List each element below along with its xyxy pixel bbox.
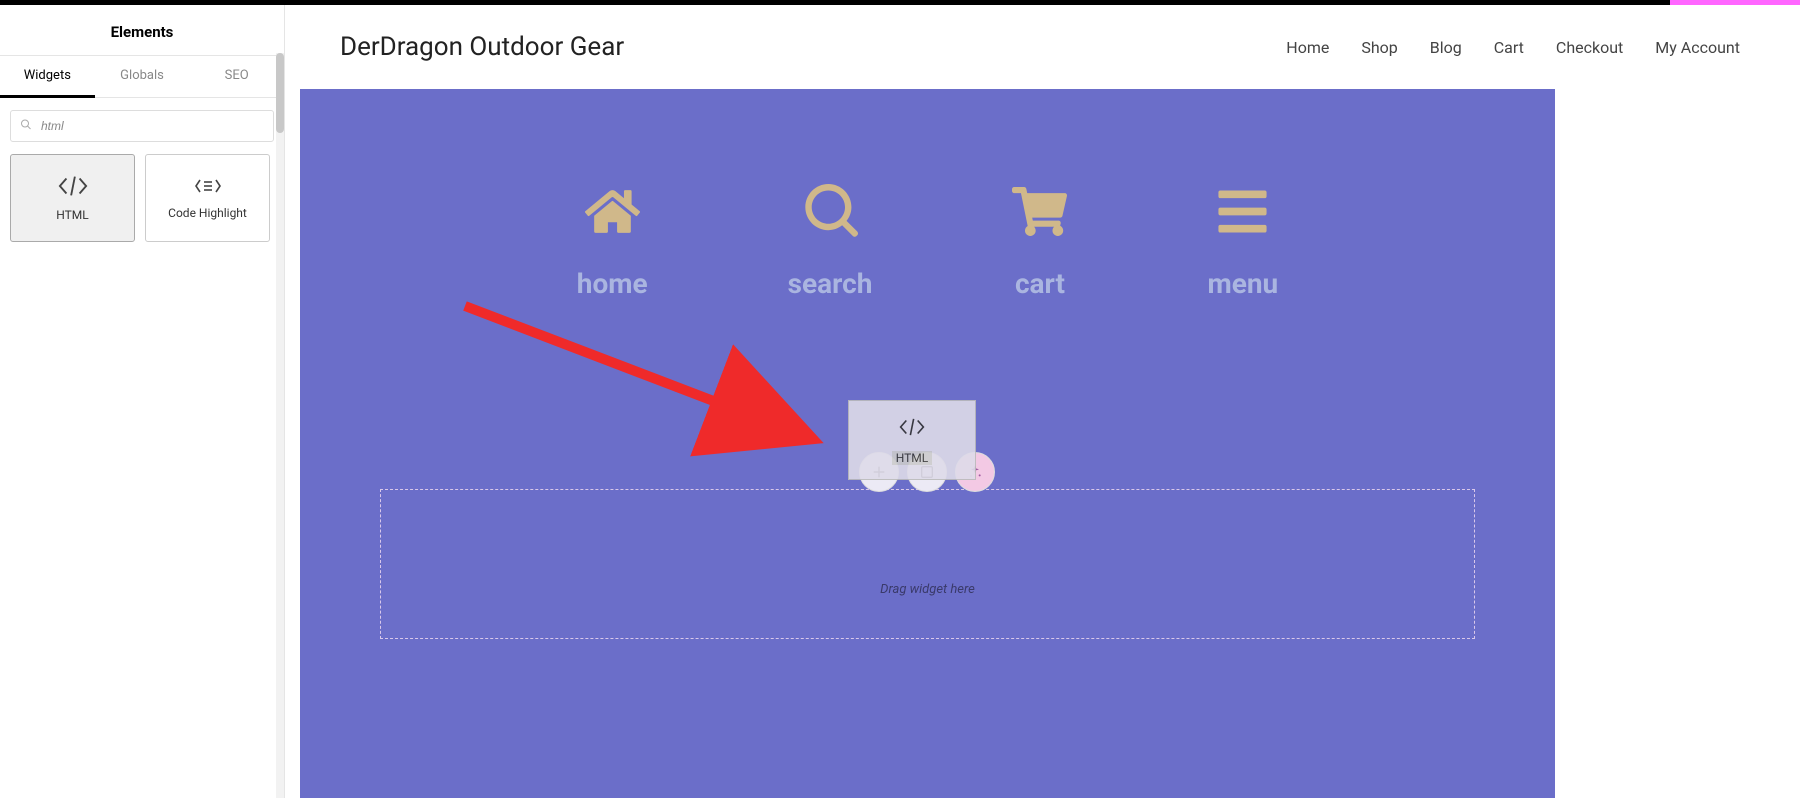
sidebar-scrollbar-track[interactable] (276, 53, 284, 798)
nav-cart[interactable]: Cart (1494, 38, 1524, 57)
search-icon (788, 184, 873, 239)
hero-icon-row: home search cart (300, 89, 1555, 300)
search-icon (20, 119, 32, 134)
cart-icon (1012, 184, 1067, 239)
ai-sparkle-button[interactable] (955, 452, 995, 492)
code-highlight-icon (194, 176, 222, 196)
hero-section: home search cart (300, 89, 1555, 798)
tab-globals[interactable]: Globals (95, 56, 190, 97)
menu-icon (1207, 184, 1278, 239)
hero-item-label: home (577, 267, 648, 300)
nav-blog[interactable]: Blog (1430, 38, 1462, 57)
elements-sidebar: Elements Widgets Globals SEO HTML Code H… (0, 5, 285, 798)
dropzone-actions (859, 452, 995, 492)
hero-item-label: menu (1207, 267, 1278, 300)
site-title[interactable]: DerDragon Outdoor Gear (340, 32, 624, 62)
tab-seo[interactable]: SEO (189, 56, 284, 97)
widget-code-highlight[interactable]: Code Highlight (145, 154, 270, 242)
add-widget-button[interactable] (859, 452, 899, 492)
sidebar-title: Elements (0, 5, 284, 55)
nav-my-account[interactable]: My Account (1655, 38, 1740, 57)
dropzone-placeholder: Drag widget here (880, 582, 975, 597)
widget-label: Code Highlight (168, 206, 247, 220)
widgets-grid: HTML Code Highlight (0, 154, 284, 242)
hero-item-cart[interactable]: cart (1012, 184, 1067, 300)
search-wrap (0, 98, 284, 154)
nav-home[interactable]: Home (1286, 38, 1329, 57)
home-icon (577, 184, 648, 239)
hero-item-label: search (788, 267, 873, 300)
site-nav: Home Shop Blog Cart Checkout My Account (1286, 38, 1740, 57)
widget-html[interactable]: HTML (10, 154, 135, 242)
nav-checkout[interactable]: Checkout (1556, 38, 1623, 57)
site-header: DerDragon Outdoor Gear Home Shop Blog Ca… (285, 5, 1800, 89)
widget-dropzone[interactable]: Drag widget here (380, 489, 1475, 639)
widget-search-input[interactable] (10, 110, 274, 142)
nav-shop[interactable]: Shop (1361, 38, 1397, 57)
sidebar-tabs: Widgets Globals SEO (0, 55, 284, 98)
sidebar-scrollbar-thumb[interactable] (276, 53, 284, 133)
hero-item-search[interactable]: search (788, 184, 873, 300)
dropzone-action-button[interactable] (907, 452, 947, 492)
tab-widgets[interactable]: Widgets (0, 56, 95, 98)
code-icon (58, 174, 88, 198)
hero-item-menu[interactable]: menu (1207, 184, 1278, 300)
widget-label: HTML (56, 208, 89, 222)
hero-item-home[interactable]: home (577, 184, 648, 300)
canvas-area: DerDragon Outdoor Gear Home Shop Blog Ca… (285, 5, 1800, 798)
hero-item-label: cart (1012, 267, 1067, 300)
